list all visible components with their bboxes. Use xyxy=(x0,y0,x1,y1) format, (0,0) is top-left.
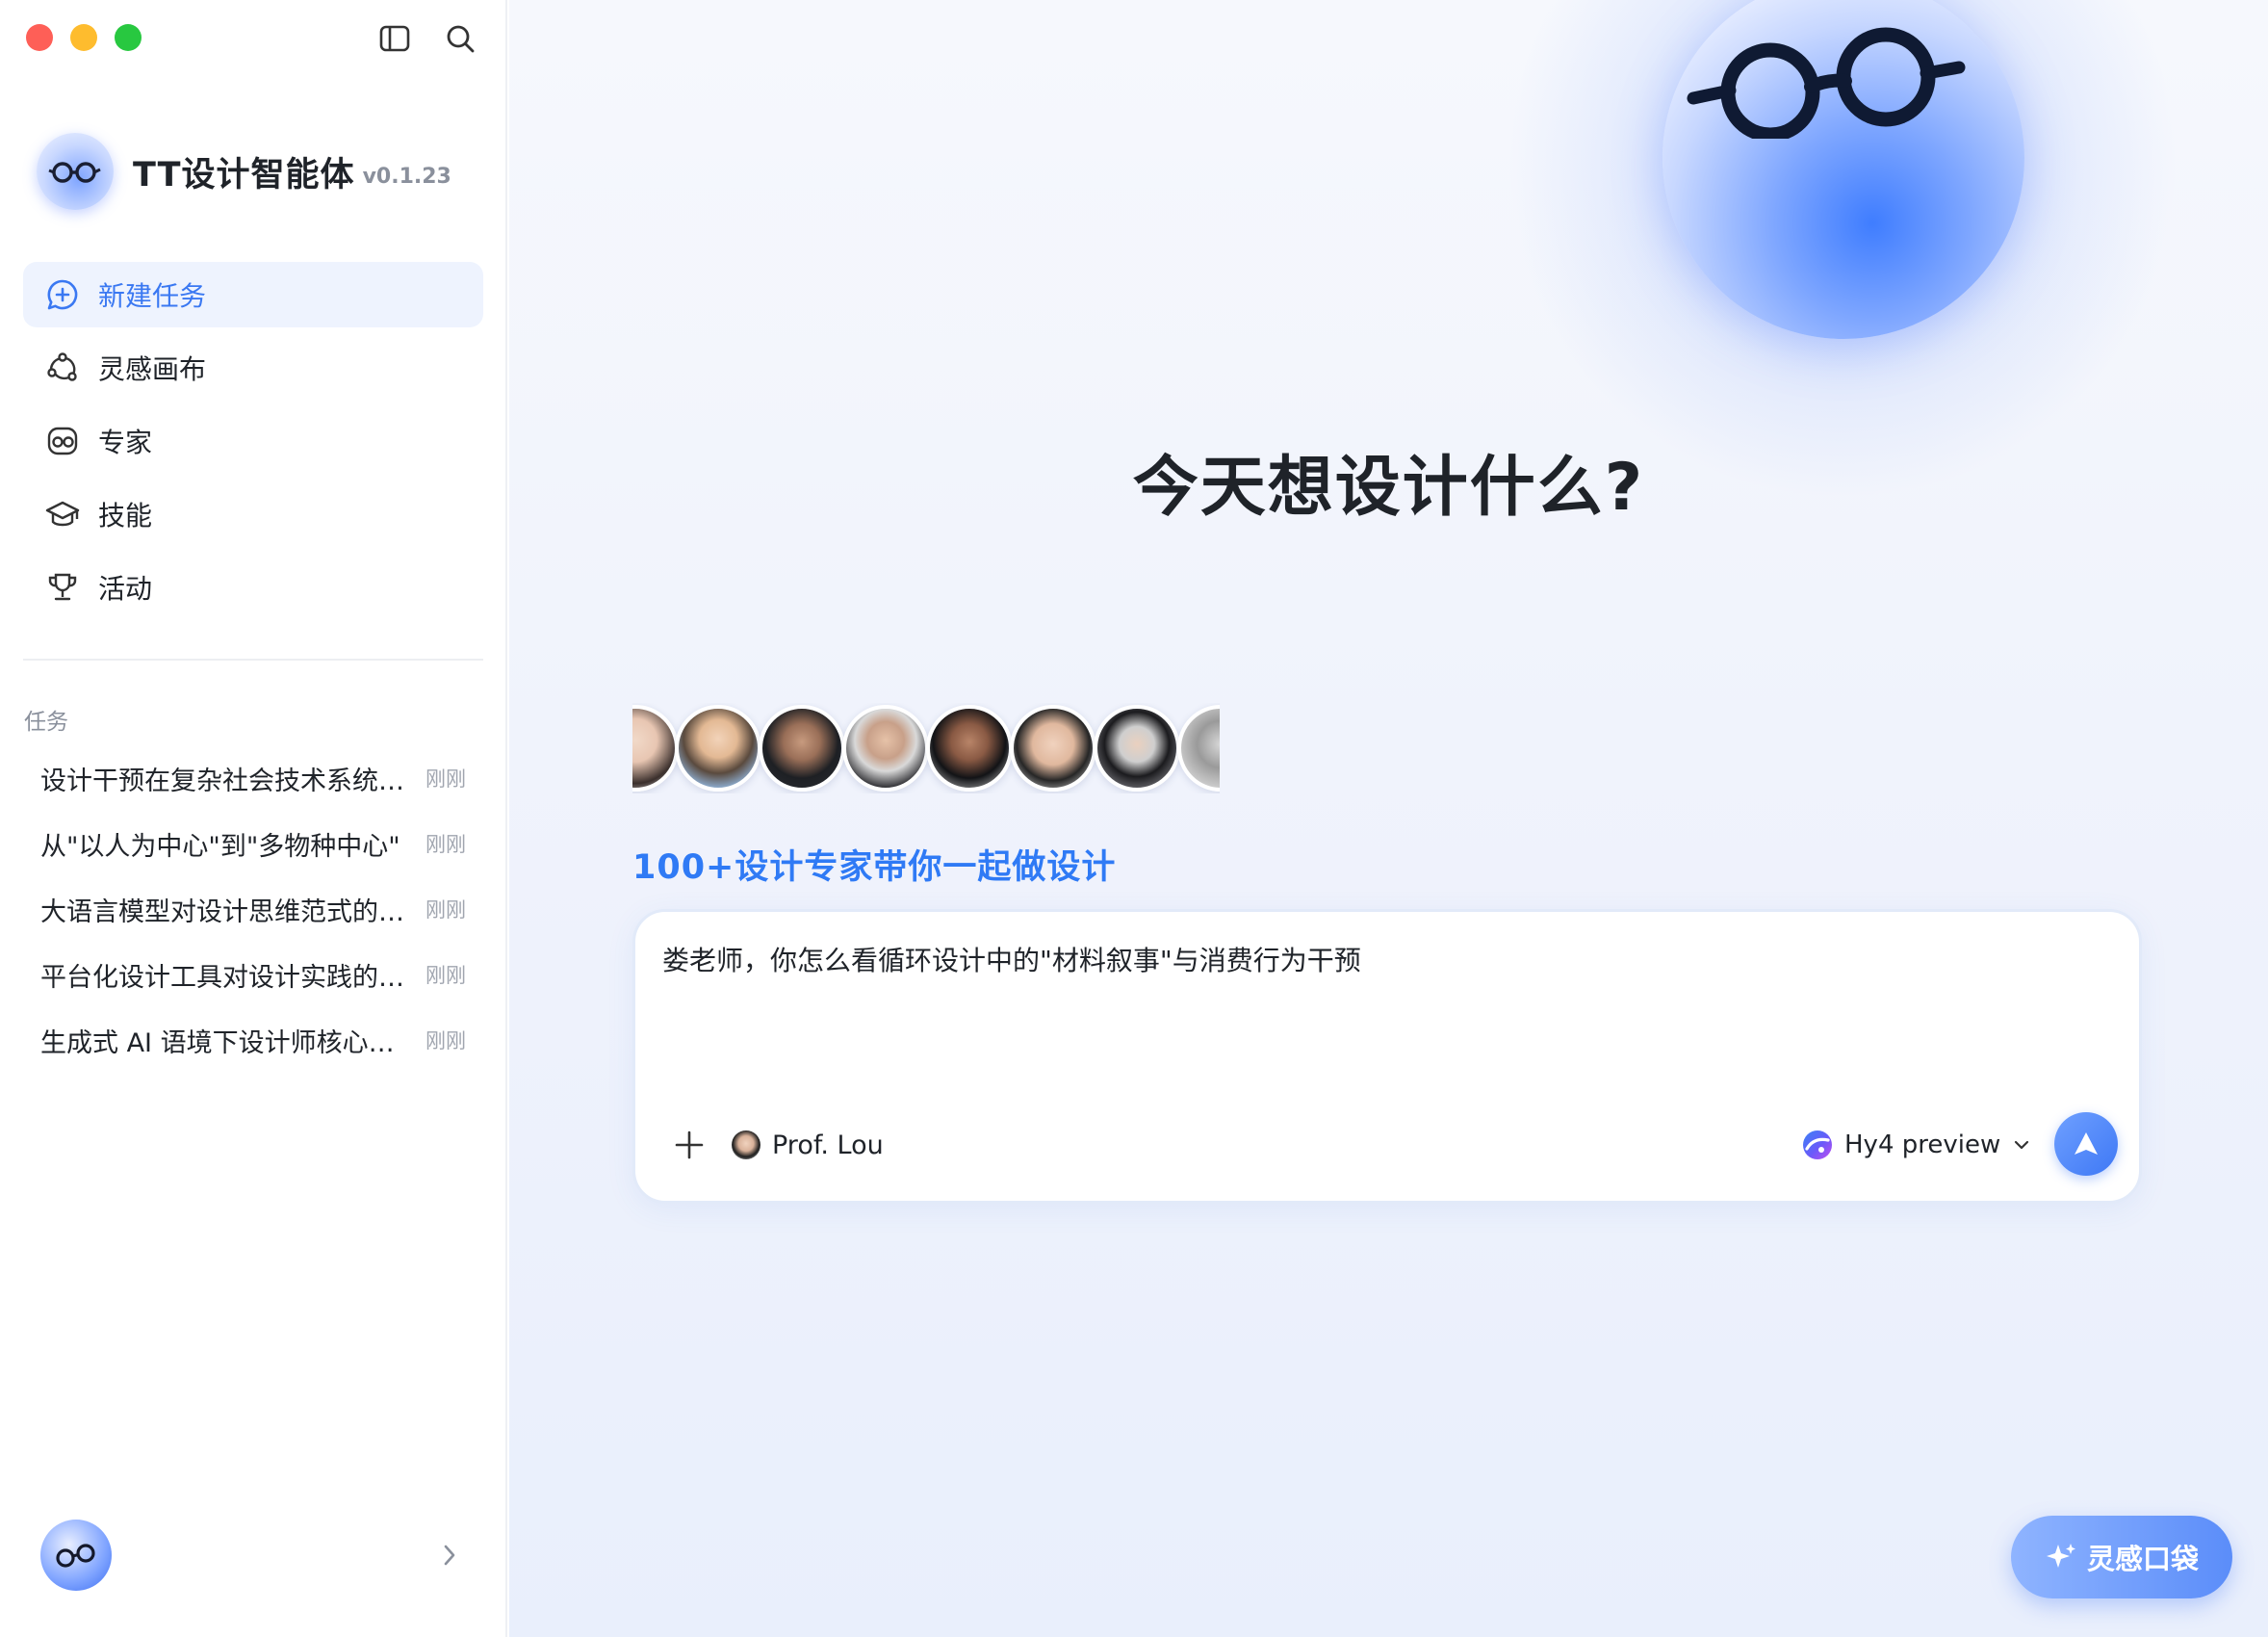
add-attachment-button[interactable] xyxy=(670,1126,709,1164)
expert-avatar[interactable] xyxy=(842,705,929,792)
chevron-right-icon[interactable] xyxy=(435,1539,464,1572)
send-button[interactable] xyxy=(2054,1112,2118,1176)
chat-composer: Prof. Lou Hy4 preview xyxy=(632,909,2142,1204)
brand: TT设计智能体 v0.1.23 xyxy=(37,133,451,210)
sidebar-nav: 新建任务 灵感画布 专家 技能 活动 xyxy=(23,262,483,628)
sidebar-item-experts[interactable]: 专家 xyxy=(23,408,483,474)
expert-tagline: 100+设计专家带你一起做设计 xyxy=(632,848,1117,887)
toggle-sidebar-icon[interactable] xyxy=(377,21,412,56)
expert-avatar[interactable] xyxy=(1094,705,1180,792)
window-close-button[interactable] xyxy=(26,24,53,51)
expert-avatar[interactable] xyxy=(675,705,761,792)
tasks-section-title: 任务 xyxy=(24,710,68,735)
send-arrow-icon xyxy=(2075,1132,2098,1155)
expert-avatar[interactable] xyxy=(1177,705,1220,792)
task-item[interactable]: 设计干预在复杂社会技术系统中的作用 刚刚 xyxy=(23,745,483,811)
sidebar-item-label: 技能 xyxy=(98,500,153,532)
sidebar-item-label: 活动 xyxy=(98,573,153,605)
selected-expert-chip[interactable]: Prof. Lou xyxy=(732,1126,884,1164)
sidebar-divider xyxy=(23,659,483,661)
expert-chip-avatar xyxy=(732,1130,760,1159)
sidebar: TT设计智能体 v0.1.23 新建任务 灵感画布 专家 技能 活动 任务 设计… xyxy=(0,0,507,1637)
task-name: 从"以人为中心"到"多物种中心" xyxy=(40,831,400,862)
task-time: 刚刚 xyxy=(425,1029,466,1052)
sparkle-icon xyxy=(2046,1544,2075,1568)
task-time: 刚刚 xyxy=(425,964,466,987)
sidebar-item-label: 灵感画布 xyxy=(98,353,207,385)
task-time: 刚刚 xyxy=(425,767,466,791)
sidebar-item-activities[interactable]: 活动 xyxy=(23,555,483,620)
sidebar-item-inspiration-canvas[interactable]: 灵感画布 xyxy=(23,335,483,401)
task-item[interactable]: 从"以人为中心"到"多物种中心" 刚刚 xyxy=(23,811,483,876)
trophy-icon xyxy=(44,569,81,606)
canvas-nodes-icon xyxy=(44,350,81,386)
window-controls xyxy=(26,24,142,51)
model-selector[interactable]: Hy4 preview xyxy=(1802,1126,2029,1164)
inspiration-pocket-button[interactable]: 灵感口袋 xyxy=(2011,1516,2232,1598)
model-logo-icon xyxy=(1803,1130,1832,1159)
task-name: 生成式 AI 语境下设计师核心能力 xyxy=(40,1027,406,1058)
task-name: 平台化设计工具对设计实践的影响 xyxy=(40,962,406,993)
expert-avatar[interactable] xyxy=(1010,705,1096,792)
task-time: 刚刚 xyxy=(425,898,466,922)
selected-expert-label: Prof. Lou xyxy=(772,1130,884,1160)
glasses-icon xyxy=(1687,27,1966,139)
task-item[interactable]: 大语言模型对设计思维范式的影响 刚刚 xyxy=(23,876,483,942)
task-item[interactable]: 生成式 AI 语境下设计师核心能力 刚刚 xyxy=(23,1007,483,1073)
sidebar-item-label: 专家 xyxy=(98,427,153,458)
app-name: TT设计智能体 xyxy=(133,155,355,195)
task-time: 刚刚 xyxy=(425,833,466,856)
sidebar-item-new-task[interactable]: 新建任务 xyxy=(23,262,483,327)
search-icon[interactable] xyxy=(443,21,477,56)
graduation-cap-icon xyxy=(44,496,81,533)
main-panel: 今天想设计什么? 100+设计专家带你一起做设计 Prof. Lou Hy4 p xyxy=(509,0,2268,1637)
task-name: 设计干预在复杂社会技术系统中的作用 xyxy=(40,766,406,796)
sidebar-item-skills[interactable]: 技能 xyxy=(23,481,483,547)
page-headline: 今天想设计什么? xyxy=(1132,450,1645,526)
app-version: v0.1.23 xyxy=(362,164,451,189)
chat-input[interactable] xyxy=(662,941,2106,1056)
task-name: 大语言模型对设计思维范式的影响 xyxy=(40,896,406,927)
expert-avatar-strip xyxy=(632,703,1220,793)
plus-icon xyxy=(675,1130,704,1159)
expert-glasses-icon xyxy=(44,423,81,459)
task-list: 设计干预在复杂社会技术系统中的作用 刚刚 从"以人为中心"到"多物种中心" 刚刚… xyxy=(23,745,483,1073)
window-maximize-button[interactable] xyxy=(115,24,142,51)
sidebar-item-label: 新建任务 xyxy=(98,280,207,312)
task-item[interactable]: 平台化设计工具对设计实践的影响 刚刚 xyxy=(23,942,483,1007)
inspiration-pocket-label: 灵感口袋 xyxy=(2086,1543,2199,1575)
user-avatar[interactable] xyxy=(40,1520,112,1591)
model-label: Hy4 preview xyxy=(1844,1130,2001,1159)
expert-avatar[interactable] xyxy=(759,705,845,792)
brand-logo xyxy=(37,133,114,210)
expert-avatar[interactable] xyxy=(926,705,1013,792)
chat-plus-icon xyxy=(44,276,81,313)
expert-avatar[interactable] xyxy=(632,705,679,792)
chevron-down-icon xyxy=(2015,1140,2029,1150)
window-minimize-button[interactable] xyxy=(70,24,97,51)
